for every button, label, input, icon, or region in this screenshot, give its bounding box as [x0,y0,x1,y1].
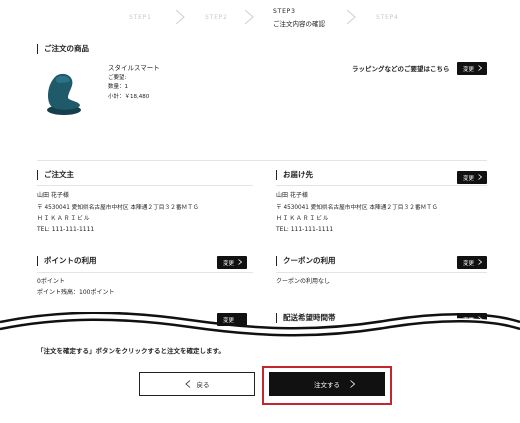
confirm-notice: 「注文を確定する」ボタンをクリックすると注文を確定します。 [37,347,225,355]
chevron-right-icon [478,259,482,265]
orderer-name: 山田 花子様 [37,192,69,199]
product-image [42,70,86,116]
section-title-products: ご注文の商品 [37,44,89,54]
section-title-orderer: ご注文主 [37,170,74,180]
divider [37,185,253,186]
chevron-right-icon [350,380,355,388]
divider [37,160,487,161]
back-button-label: 戻る [196,381,210,389]
chevron-right-icon [478,65,482,71]
chevron-right-icon [238,259,242,265]
chevron-left-icon [184,380,191,388]
chevron-right-icon [345,10,357,24]
chevron-right-icon [174,10,186,24]
step-3-current: STEP3 ご注文内容の確認 [273,8,325,28]
step-2: STEP2 [205,14,228,21]
orderer-tel: TEL: 111-111-1111 [37,226,95,233]
points-balance: ポイント残高：100ポイント [37,289,115,296]
divider [276,185,487,186]
step-1: STEP1 [129,14,152,21]
order-button[interactable]: 注文する [269,372,385,396]
step-3-label: ご注文内容の確認 [273,20,325,28]
product-quantity: 数量：1 [108,84,128,90]
page-break-wave [0,312,520,348]
checkout-steps: STEP1 STEP2 STEP3 ご注文内容の確認 STEP4 [0,8,520,38]
order-button-label: 注文する [314,381,340,389]
chevron-right-icon [243,10,255,24]
delivery-change-label: 変更 [463,175,475,182]
wrapping-request-text: ラッピングなどのご要望はこちら [352,65,450,73]
back-button[interactable]: 戻る [139,372,255,396]
section-title-points: ポイントの利用 [37,256,97,266]
delivery-tel: TEL: 111-111-1111 [276,226,334,233]
divider [37,272,253,273]
divider [276,272,487,273]
delivery-name: 山田 花子様 [276,192,308,199]
points-change-button[interactable]: 変更 [217,256,247,269]
coupon-change-button[interactable]: 変更 [457,256,487,269]
delivery-change-button[interactable]: 変更 [457,171,487,184]
wrapping-change-label: 変更 [463,66,475,73]
section-title-coupon: クーポンの利用 [276,256,336,266]
product-subtotal: 小計：￥18,480 [108,94,150,100]
section-title-delivery: お届け先 [276,170,313,180]
points-change-label: 変更 [223,260,235,267]
product-name: スタイルスマート [108,64,160,72]
step-4: STEP4 [376,14,399,21]
product-request: ご要望: [108,75,127,81]
chevron-right-icon [478,174,482,180]
coupon-change-label: 変更 [463,260,475,267]
step-3-number: STEP3 [273,8,296,15]
wrapping-change-button[interactable]: 変更 [457,62,487,75]
coupon-status: クーポンの利用なし [276,278,331,285]
